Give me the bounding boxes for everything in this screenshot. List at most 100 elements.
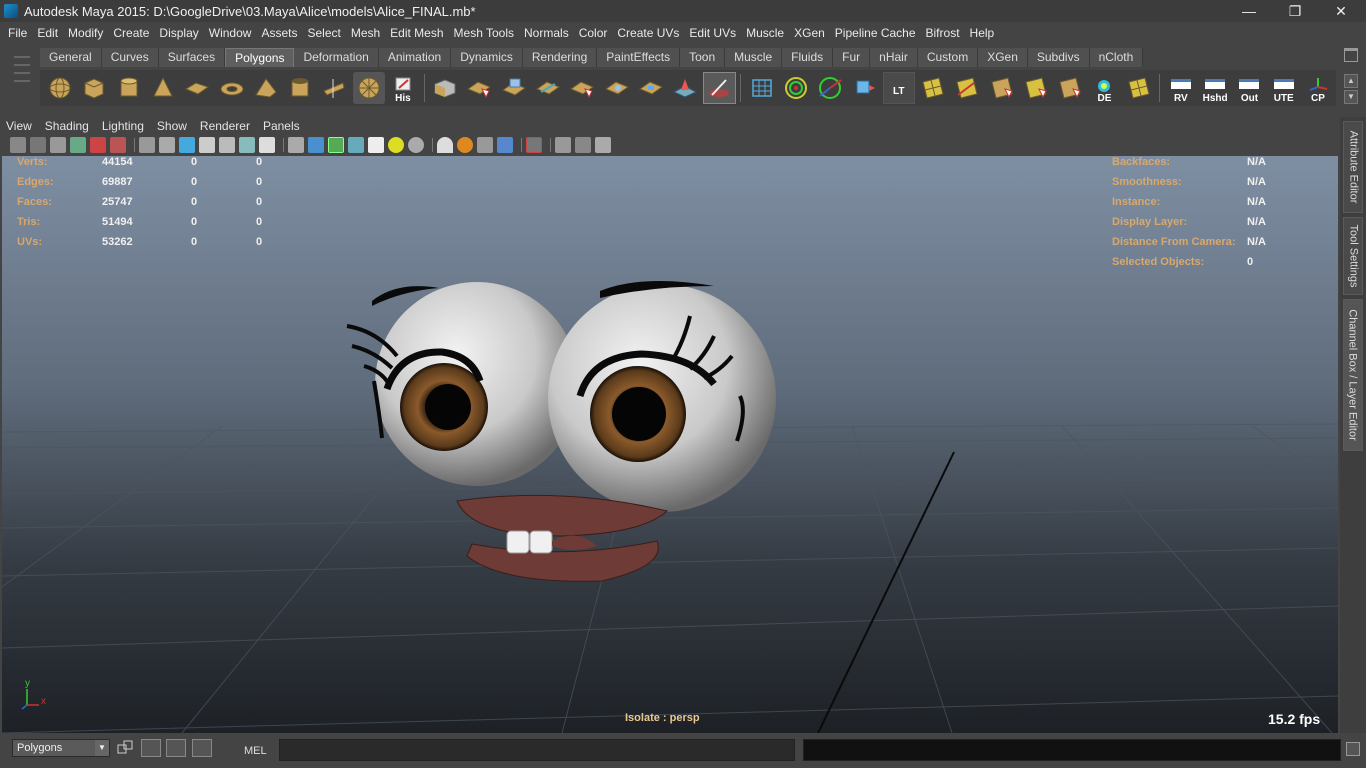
chevron-down-icon[interactable]: ▼ bbox=[95, 740, 109, 756]
shelf-tab-polygons[interactable]: Polygons bbox=[225, 48, 295, 67]
minimize-button[interactable]: — bbox=[1226, 0, 1272, 22]
lt-icon[interactable]: LT bbox=[882, 72, 915, 104]
poly-sphere-icon[interactable] bbox=[44, 72, 76, 104]
menu-xgen[interactable]: XGen bbox=[789, 26, 830, 40]
grid-icon[interactable] bbox=[139, 137, 155, 153]
shelf-tab-nhair[interactable]: nHair bbox=[870, 48, 918, 67]
poly-cylinder-icon[interactable] bbox=[113, 72, 145, 104]
menu-window[interactable]: Window bbox=[204, 26, 257, 40]
grease-pencil-icon[interactable] bbox=[110, 137, 126, 153]
uv-automatic-icon[interactable] bbox=[1020, 72, 1052, 104]
panel-menu-lighting[interactable]: Lighting bbox=[102, 119, 144, 133]
depth-of-field-icon[interactable] bbox=[497, 137, 513, 153]
resolution-gate-icon[interactable] bbox=[179, 137, 195, 153]
poly-cube-icon[interactable] bbox=[78, 72, 110, 104]
ute-icon[interactable]: UTE bbox=[1268, 72, 1300, 104]
shelf-tab-deformation[interactable]: Deformation bbox=[294, 48, 379, 67]
menu-modify[interactable]: Modify bbox=[63, 26, 108, 40]
shelf-trash-icon[interactable] bbox=[1344, 48, 1358, 62]
tool-settings-tab[interactable]: Tool Settings bbox=[1343, 217, 1363, 295]
xray-joints-icon[interactable] bbox=[575, 137, 591, 153]
wireframe-on-shaded-icon[interactable] bbox=[328, 137, 344, 153]
xray-components-icon[interactable] bbox=[595, 137, 611, 153]
mirror-geometry-icon[interactable] bbox=[848, 72, 880, 104]
uv-unfold-icon[interactable] bbox=[1123, 72, 1155, 104]
shelf-tab-muscle[interactable]: Muscle bbox=[725, 48, 783, 67]
screen-space-ao-icon[interactable] bbox=[437, 137, 453, 153]
menu-edit-uvs[interactable]: Edit UVs bbox=[684, 26, 741, 40]
film-gate-icon[interactable] bbox=[159, 137, 175, 153]
poly-pyramid-icon[interactable] bbox=[250, 72, 282, 104]
menu-edit-mesh[interactable]: Edit Mesh bbox=[385, 26, 448, 40]
bookmarks-icon[interactable] bbox=[50, 137, 66, 153]
attribute-editor-tab[interactable]: Attribute Editor bbox=[1343, 121, 1363, 213]
universal-manip-icon[interactable] bbox=[780, 72, 812, 104]
snap-to-icon[interactable] bbox=[115, 739, 135, 757]
script-editor-icon[interactable] bbox=[1346, 742, 1360, 756]
shelf-tab-surfaces[interactable]: Surfaces bbox=[158, 48, 226, 67]
menu-edit[interactable]: Edit bbox=[32, 26, 63, 40]
mel-label[interactable]: MEL bbox=[244, 745, 267, 757]
shelf-tab-fur[interactable]: Fur bbox=[833, 48, 871, 67]
channel-box-tab[interactable]: Channel Box / Layer Editor bbox=[1343, 299, 1363, 451]
cp-icon[interactable]: CP bbox=[1302, 72, 1334, 104]
extrude-icon[interactable] bbox=[463, 72, 495, 104]
shelf-tab-painteffects[interactable]: PaintEffects bbox=[597, 48, 681, 67]
render-view-icon[interactable] bbox=[192, 739, 212, 757]
menu-file[interactable]: File bbox=[0, 26, 32, 40]
shelf-tab-fluids[interactable]: Fluids bbox=[782, 48, 834, 67]
menu-create[interactable]: Create bbox=[108, 26, 154, 40]
panel-menu-show[interactable]: Show bbox=[157, 119, 187, 133]
shelf-tab-ncloth[interactable]: nCloth bbox=[1089, 48, 1144, 67]
uv-cylindrical-icon[interactable] bbox=[951, 72, 983, 104]
menu-display[interactable]: Display bbox=[154, 26, 203, 40]
safe-action-icon[interactable] bbox=[239, 137, 255, 153]
de-icon[interactable]: DE bbox=[1088, 72, 1120, 104]
field-chart-icon[interactable] bbox=[219, 137, 235, 153]
use-all-lights-icon[interactable] bbox=[388, 137, 404, 153]
shelf-tab-xgen[interactable]: XGen bbox=[978, 48, 1028, 67]
shelf-tab-animation[interactable]: Animation bbox=[378, 48, 452, 67]
menu-assets[interactable]: Assets bbox=[256, 26, 302, 40]
image-plane-icon[interactable] bbox=[70, 137, 86, 153]
smooth-shade-icon[interactable] bbox=[308, 137, 324, 153]
shelf-tab-dynamics[interactable]: Dynamics bbox=[451, 48, 523, 67]
safe-title-icon[interactable] bbox=[259, 137, 275, 153]
shelf-scroll-down-icon[interactable]: ▼ bbox=[1344, 90, 1358, 104]
combine-icon[interactable] bbox=[429, 72, 461, 104]
uv-layout-icon[interactable] bbox=[1054, 72, 1086, 104]
append-polygon-icon[interactable] bbox=[532, 72, 564, 104]
poly-torus-icon[interactable] bbox=[215, 72, 247, 104]
panel-menu-view[interactable]: View bbox=[6, 119, 32, 133]
menu-color[interactable]: Color bbox=[574, 26, 613, 40]
select-camera-icon[interactable] bbox=[10, 137, 26, 153]
menu-mesh[interactable]: Mesh bbox=[346, 26, 385, 40]
poly-plane-icon[interactable] bbox=[181, 72, 213, 104]
hypershade-icon[interactable] bbox=[141, 739, 161, 757]
xray-icon[interactable] bbox=[555, 137, 571, 153]
poly-helix-icon[interactable] bbox=[318, 72, 350, 104]
menu-pipeline-cache[interactable]: Pipeline Cache bbox=[830, 26, 921, 40]
uv-planar-icon[interactable] bbox=[917, 72, 949, 104]
shelf-scroll-up-icon[interactable]: ▲ bbox=[1344, 74, 1358, 88]
menu-help[interactable]: Help bbox=[965, 26, 1000, 40]
menu-bifrost[interactable]: Bifrost bbox=[921, 26, 965, 40]
textured-icon[interactable] bbox=[348, 137, 364, 153]
anti-aliasing-icon[interactable] bbox=[477, 137, 493, 153]
uv-spherical-icon[interactable] bbox=[985, 72, 1017, 104]
2d-pan-zoom-icon[interactable] bbox=[90, 137, 106, 153]
close-button[interactable]: ✕ bbox=[1318, 0, 1364, 22]
mel-command-input[interactable] bbox=[279, 739, 795, 761]
panel-menu-renderer[interactable]: Renderer bbox=[200, 119, 250, 133]
menu-normals[interactable]: Normals bbox=[519, 26, 574, 40]
out-icon[interactable]: Out bbox=[1233, 72, 1265, 104]
offset-edge-loop-icon[interactable] bbox=[635, 72, 667, 104]
restore-button[interactable]: ❐ bbox=[1272, 0, 1318, 22]
menu-mesh-tools[interactable]: Mesh Tools bbox=[449, 26, 519, 40]
poly-soccer-ball-icon[interactable] bbox=[352, 72, 385, 104]
character-head-model[interactable] bbox=[346, 281, 776, 582]
soft-mod-icon[interactable] bbox=[814, 72, 846, 104]
insert-edge-loop-icon[interactable] bbox=[600, 72, 632, 104]
shelf-tab-general[interactable]: General bbox=[40, 48, 102, 67]
history-icon[interactable]: His bbox=[387, 72, 419, 104]
